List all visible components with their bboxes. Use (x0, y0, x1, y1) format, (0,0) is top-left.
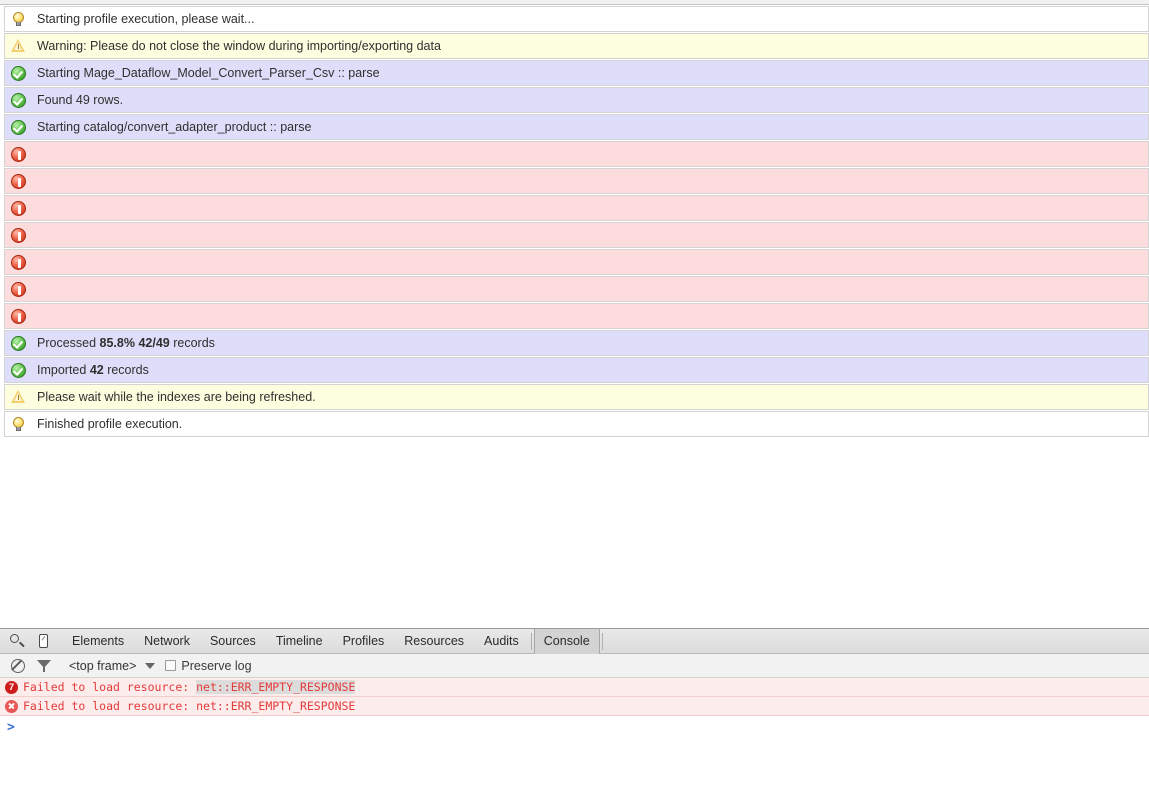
error-circle-x-icon (5, 699, 18, 713)
prompt-arrow-icon: > (7, 719, 15, 735)
log-row-icon-slot (11, 92, 35, 108)
log-row-icon-slot (11, 335, 35, 351)
preserve-log-checkbox[interactable] (165, 660, 177, 671)
frame-selector-value: <top frame> (69, 658, 137, 673)
log-row-error (4, 195, 1149, 221)
tab-profiles[interactable]: Profiles (333, 630, 395, 653)
log-row-notice: Starting profile execution, please wait.… (4, 6, 1149, 32)
log-row-icon-slot (11, 308, 35, 324)
console-message-list: 7 Failed to load resource: net::ERR_EMPTY… (0, 678, 1149, 716)
profile-execution-log: Starting profile execution, please wait.… (4, 6, 1149, 438)
tab-network[interactable]: Network (134, 630, 200, 653)
check-circle-icon (11, 119, 26, 135)
log-row-error (4, 168, 1149, 194)
check-circle-icon (11, 335, 26, 351)
error-circle-icon (11, 227, 26, 243)
log-row-error (4, 222, 1149, 248)
log-row-icon-slot (11, 281, 35, 297)
tab-separator (530, 632, 532, 650)
lightbulb-icon (11, 11, 25, 27)
preserve-log-toggle[interactable]: Preserve log (165, 658, 252, 673)
log-row-text: Please wait while the indexes are being … (37, 389, 316, 404)
console-error-row[interactable]: Failed to load resource: net::ERR_EMPTY_… (0, 697, 1149, 716)
devtools-panel: Elements Network Sources Timeline Profiles Re… (0, 628, 1149, 794)
warning-triangle-icon (11, 390, 26, 404)
log-row-icon-slot (11, 38, 35, 54)
check-circle-icon (11, 362, 26, 378)
tab-separator (601, 632, 603, 650)
log-row-error (4, 141, 1149, 167)
log-row-notice: Finished profile execution. (4, 411, 1149, 437)
log-row-text: Finished profile execution. (37, 416, 183, 431)
frame-selector[interactable]: <top frame> (69, 658, 156, 673)
log-row-error (4, 276, 1149, 302)
log-row-icon-slot (11, 173, 35, 189)
devtools-tab-list: Elements Network Sources Timeline Profiles Re… (62, 628, 605, 654)
warning-triangle-icon (11, 39, 26, 53)
log-row-icon-slot (11, 11, 35, 27)
log-row-text: Starting Mage_Dataflow_Model_Convert_Par… (37, 65, 380, 80)
chevron-down-icon (145, 662, 156, 669)
tab-sources[interactable]: Sources (200, 630, 266, 653)
lightbulb-icon (11, 416, 25, 432)
tab-elements[interactable]: Elements (62, 630, 134, 653)
console-prompt[interactable]: > (0, 716, 1149, 738)
console-filter-bar: <top frame> Preserve log (0, 654, 1149, 678)
log-row-icon-slot (11, 65, 35, 81)
log-row-warning: Please wait while the indexes are being … (4, 384, 1149, 410)
console-error-text: Failed to load resource: (23, 680, 197, 694)
log-row-error (4, 249, 1149, 275)
log-row-text: Found 49 rows. (37, 92, 124, 107)
filter-icon[interactable] (31, 654, 57, 678)
log-row-text: Processed 85.8% 42/49 records (37, 335, 215, 350)
console-error-text: Failed to load resource: (23, 699, 197, 713)
log-row-text: Warning: Please do not close the window … (37, 38, 441, 53)
tab-timeline[interactable]: Timeline (266, 630, 333, 653)
log-row-icon-slot (11, 146, 35, 162)
log-row-success: Found 49 rows. (4, 87, 1149, 113)
log-row-text: Starting profile execution, please wait.… (37, 11, 255, 26)
error-circle-icon (11, 308, 26, 324)
error-circle-icon (11, 173, 26, 189)
error-circle-icon (11, 146, 26, 162)
log-row-text: Imported 42 records (37, 362, 149, 377)
log-row-error (4, 303, 1149, 329)
tab-audits[interactable]: Audits (474, 630, 529, 653)
log-row-success: Starting catalog/convert_adapter_product… (4, 114, 1149, 140)
log-row-warning: Warning: Please do not close the window … (4, 33, 1149, 59)
check-circle-icon (11, 92, 26, 108)
log-row-icon-slot (11, 416, 35, 432)
log-row-icon-slot (11, 200, 35, 216)
tab-console[interactable]: Console (533, 628, 600, 654)
log-row-icon-slot (11, 389, 35, 405)
search-icon[interactable] (4, 629, 30, 653)
error-circle-icon (11, 281, 26, 297)
log-row-icon-slot (11, 119, 35, 135)
error-circle-icon (11, 200, 26, 216)
log-row-icon-slot (11, 227, 35, 243)
log-row-text: Starting catalog/convert_adapter_product… (37, 119, 312, 134)
log-row-icon-slot (11, 254, 35, 270)
preserve-log-label: Preserve log (181, 658, 252, 673)
device-toggle-icon[interactable] (30, 629, 56, 653)
tab-resources[interactable]: Resources (394, 630, 474, 653)
clear-console-icon[interactable] (5, 654, 31, 678)
console-error-code: net::ERR_EMPTY_RESPONSE (196, 680, 356, 694)
devtools-tabbar: Elements Network Sources Timeline Profiles Re… (0, 628, 1149, 654)
console-error-row[interactable]: 7 Failed to load resource: net::ERR_EMPTY… (0, 678, 1149, 697)
browser-chrome-strip (0, 0, 1149, 5)
error-circle-icon (11, 254, 26, 270)
error-count-badge: 7 (5, 680, 18, 694)
check-circle-icon (11, 65, 26, 81)
log-row-success: Processed 85.8% 42/49 records (4, 330, 1149, 356)
log-row-icon-slot (11, 362, 35, 378)
log-row-success: Starting Mage_Dataflow_Model_Convert_Par… (4, 60, 1149, 86)
console-error-code: net::ERR_EMPTY_RESPONSE (196, 699, 356, 713)
log-row-success: Imported 42 records (4, 357, 1149, 383)
